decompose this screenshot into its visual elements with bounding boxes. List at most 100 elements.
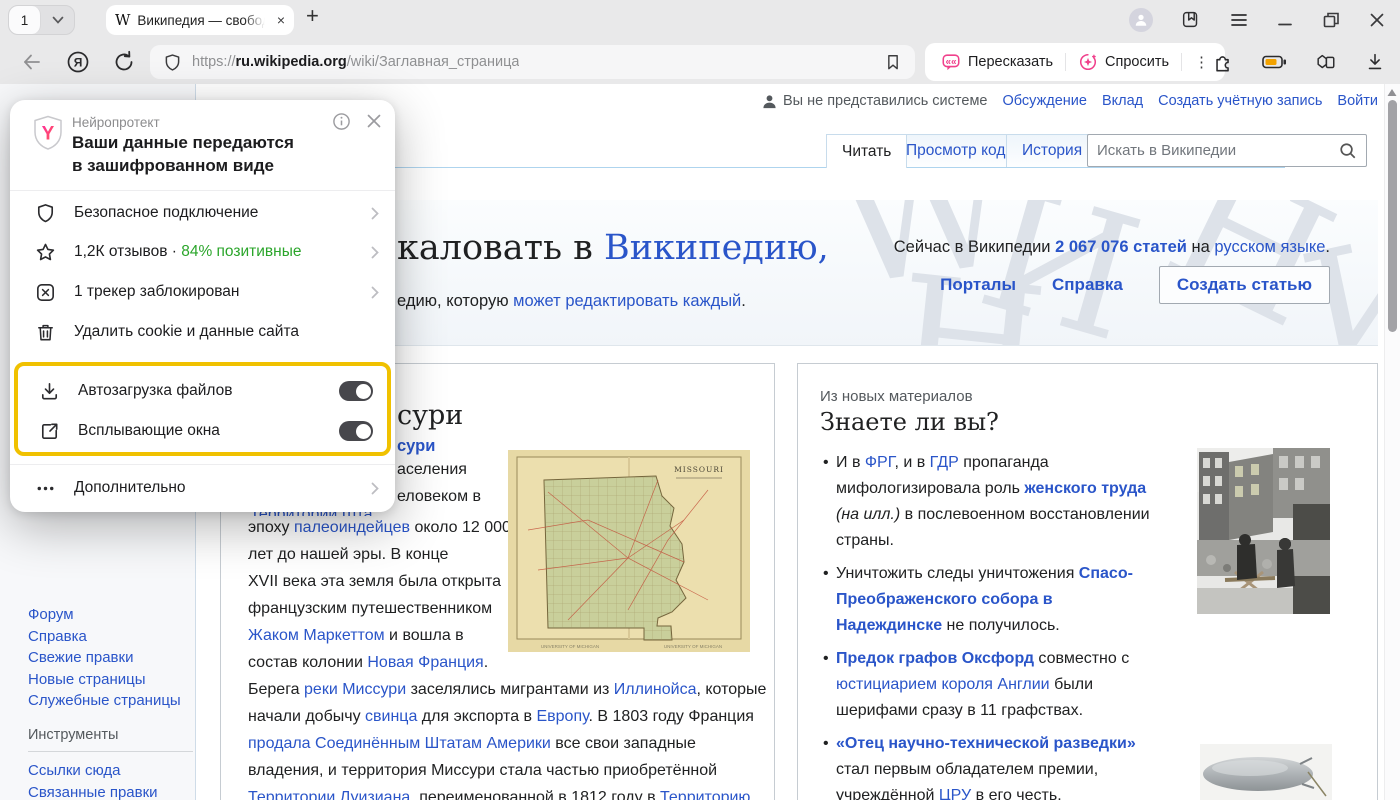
tab-history[interactable]: История [1006,134,1098,167]
svg-text:Y: Y [42,124,55,145]
close-icon[interactable] [365,112,383,130]
sidebar-link[interactable]: Ссылки сюда [28,760,190,782]
collections-tag-icon[interactable] [1314,51,1337,73]
tab-counter[interactable]: 1 [8,5,75,35]
back-icon[interactable] [20,50,44,74]
menu-icon[interactable] [1229,10,1249,30]
downloads-icon[interactable] [1364,51,1386,73]
auto-download-toggle[interactable] [339,381,373,401]
welcome-heading-fragment: каловать в Википедию, [397,228,829,268]
inline-link[interactable]: «Отец научно-технической разведки» [836,735,1136,752]
ask-button[interactable]: Спросить [1066,43,1181,81]
featured-title-link-fragment[interactable]: сури [397,437,435,456]
protect-title: Ваши данные передаются [72,133,294,153]
more-options-row[interactable]: Дополнительно [10,468,395,508]
wikipedia-favicon: W [115,11,130,29]
shield-icon [34,202,57,225]
inline-link[interactable]: ФРГ [865,454,895,471]
scrollbar-up-arrow[interactable] [1387,88,1397,98]
sidebar-link[interactable]: Форум [28,604,190,626]
sidebar-link[interactable]: Связанные правки [28,782,190,800]
text-segment: совместно с [1034,650,1129,667]
refresh-icon[interactable] [112,50,136,74]
sidebar-link[interactable]: Новые страницы [28,669,190,691]
wiki-search-box[interactable] [1087,134,1367,167]
delete-cookies-row[interactable]: Удалить cookie и данные сайта [10,312,395,352]
scrollbar-thumb[interactable] [1388,100,1397,332]
minimize-icon[interactable] [1276,11,1294,29]
tab-read[interactable]: Читать [826,134,907,168]
ai-actions: «« Пересказать Спросить ⋮ [925,43,1225,81]
create-article-button[interactable]: Создать статью [1159,266,1330,304]
inline-link[interactable]: Территорию [660,789,750,800]
help-link[interactable]: Справка [1052,275,1123,295]
restore-window-icon[interactable] [1321,10,1341,30]
close-window-icon[interactable] [1368,11,1386,29]
new-tab-button[interactable]: + [306,3,319,29]
address-bar[interactable]: https://ru.wikipedia.org/wiki/Заглавная_… [150,45,915,79]
chevron-down-icon[interactable] [41,6,74,34]
text-segment: . [1325,238,1330,256]
inline-link[interactable]: ГДР [930,454,959,471]
inline-link[interactable]: юстициарием короля Англии [836,676,1050,693]
sidebar-links: ФорумСправкаСвежие правкиНовые страницыС… [28,604,190,800]
inline-link[interactable]: Новая Франция [367,654,483,671]
inline-link[interactable]: продала Соединённым Штатам Америки [248,735,551,752]
download-icon [38,380,61,403]
tracker-blocked-row[interactable]: 1 трекер заблокирован [10,272,395,312]
portals-link[interactable]: Порталы [940,275,1016,295]
extensions-puzzle-icon[interactable] [1212,51,1234,73]
chevron-right-icon [371,286,379,299]
highlighted-settings-box: Автозагрузка файлов Всплывающие окна [14,362,391,456]
retell-button[interactable]: «« Пересказать [929,43,1065,81]
inline-link[interactable]: Жаком Маркеттом [248,627,385,644]
url-text[interactable]: https://ru.wikipedia.org/wiki/Заглавная_… [192,54,519,70]
bookmarks-panel-icon[interactable] [1180,9,1202,31]
inline-link[interactable]: свинца [365,708,417,725]
search-icon[interactable] [1338,141,1357,160]
inline-link[interactable]: женского труда [1024,480,1146,497]
popups-toggle[interactable] [339,421,373,441]
text-segment: едию, которую [397,292,513,310]
inline-link[interactable]: Предок графов Оксфорд [836,650,1034,667]
reviews-row[interactable]: 1,2К отзывов · 84% позитивные [10,232,395,272]
text-segment: не получилось. [942,617,1060,634]
tab-count[interactable]: 1 [9,6,41,34]
dyk-bullet: Предок графов Оксфорд совместно с юстици… [822,646,1156,724]
text-segment: все свои западные [551,735,696,752]
personal-link[interactable]: Обсуждение [1002,93,1086,109]
map-title: MISSOURI [674,465,724,474]
sidebar-link[interactable]: Справка [28,626,190,648]
yandex-icon[interactable]: Я [65,49,91,75]
inline-link[interactable]: Иллинойса [614,681,697,698]
personal-link[interactable]: Создать учётную запись [1158,93,1322,109]
article-line: владения, и территория Миссури стала час… [248,757,766,784]
bookmark-icon[interactable] [883,52,903,72]
battery-icon[interactable] [1261,51,1287,73]
wiki-search-input[interactable] [1097,142,1338,159]
inline-link[interactable]: реки Миссури [304,681,406,698]
browser-tab-active[interactable]: W Википедия — свободна × [106,5,294,35]
welcome-subtitle-fragment: едию, которую может редактировать каждый… [397,292,746,311]
dyk-bullet: «Отец научно-технической разведки» стал … [822,731,1156,800]
sidebar-link[interactable]: Свежие правки [28,647,190,669]
secure-connection-row[interactable]: Безопасное подключение [10,193,395,233]
protect-brand: Нейропротект [72,115,160,130]
info-icon[interactable] [332,112,351,131]
inline-link[interactable]: 2 067 076 статей [1055,238,1187,256]
inline-link[interactable]: Территории Луизиана [248,789,410,800]
dyk-heading: Знаете ли вы? [820,408,999,436]
inline-link[interactable]: ЦРУ [939,787,971,800]
personal-link[interactable]: Войти [1337,93,1378,109]
inline-link[interactable]: русском языке [1214,238,1325,256]
dyk-bullet: Уничтожить следы уничтожения Спасо-Преоб… [822,561,1156,639]
personal-link[interactable]: Вклад [1102,93,1143,109]
inline-link[interactable]: палеоиндейцев [294,519,410,536]
inline-link[interactable]: может редактировать каждый [513,292,741,310]
protect-shield-icon[interactable] [162,52,183,73]
chevron-right-icon [371,482,379,495]
inline-link[interactable]: Европу [536,708,588,725]
sidebar-link[interactable]: Служебные страницы [28,690,190,712]
profile-avatar[interactable] [1129,8,1153,32]
tab-close-icon[interactable]: × [277,13,285,27]
